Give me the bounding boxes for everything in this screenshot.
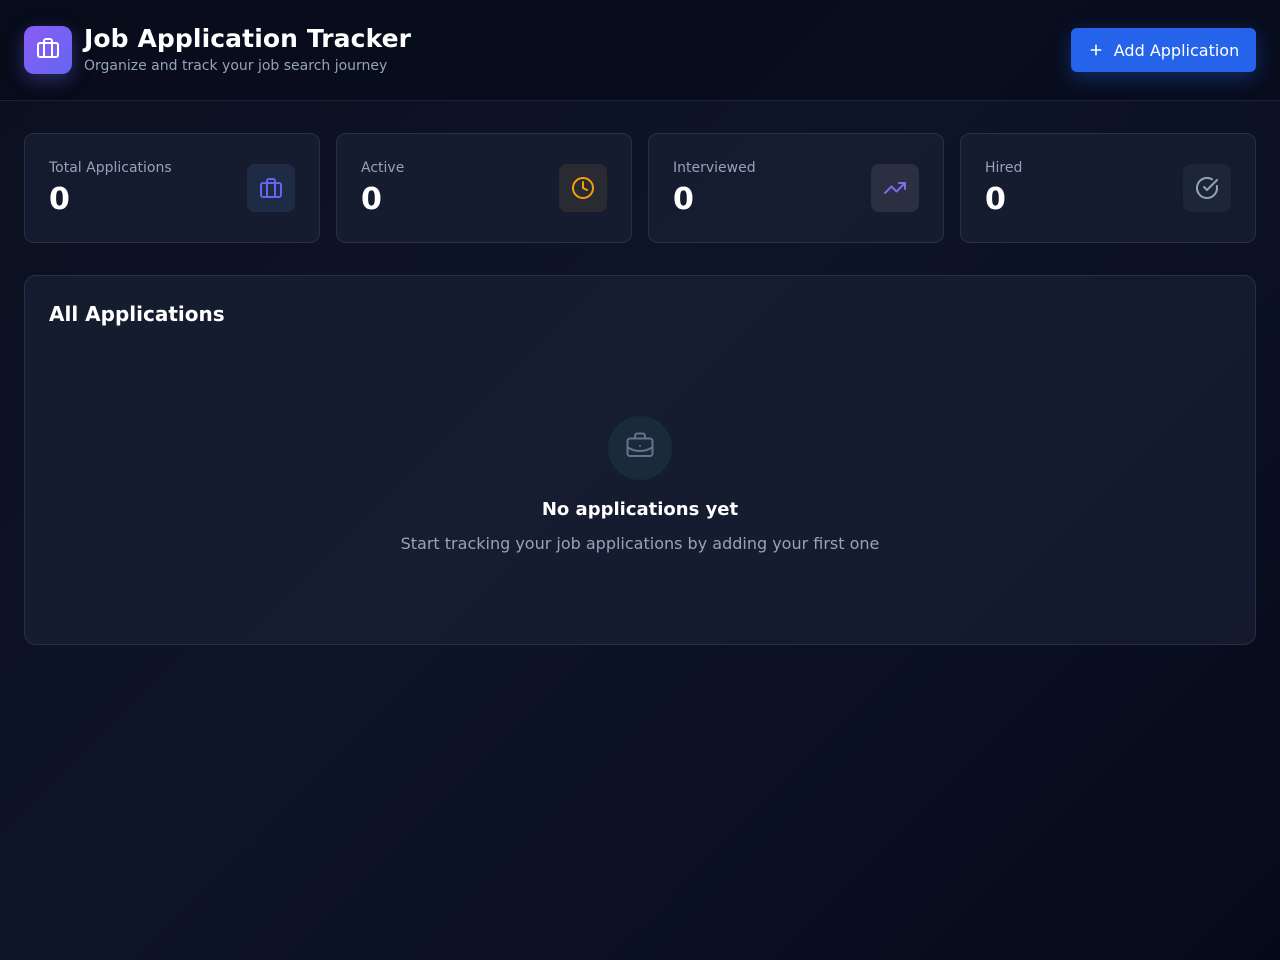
briefcase-icon xyxy=(247,164,295,212)
briefcase-icon xyxy=(625,431,655,465)
empty-state-icon-wrap xyxy=(608,416,672,480)
empty-state-title: No applications yet xyxy=(541,499,739,520)
stat-card-active: Active 0 xyxy=(336,133,632,243)
stat-value: 0 xyxy=(49,182,70,217)
page-title: Job Application Tracker xyxy=(84,24,412,53)
stat-value: 0 xyxy=(361,182,382,217)
section-title: All Applications xyxy=(49,302,225,326)
stats-row: Total Applications 0 Active 0 Interviewe… xyxy=(24,133,1256,243)
app-logo xyxy=(24,26,72,74)
empty-state-description: Start tracking your job applications by … xyxy=(400,534,880,553)
plus-icon xyxy=(1088,42,1104,58)
add-application-label: Add Application xyxy=(1113,40,1240,60)
clock-icon xyxy=(559,164,607,212)
app-header: Job Application Tracker Organize and tra… xyxy=(0,0,1280,101)
stat-card-total: Total Applications 0 xyxy=(24,133,320,243)
stat-label: Interviewed xyxy=(673,160,756,176)
applications-panel: All Applications No applications yet Sta… xyxy=(24,275,1256,645)
stat-card-interviewed: Interviewed 0 xyxy=(648,133,944,243)
stat-label: Total Applications xyxy=(49,160,172,176)
add-application-button[interactable]: Add Application xyxy=(1071,28,1256,72)
trending-up-icon xyxy=(871,164,919,212)
briefcase-icon xyxy=(36,36,60,64)
check-circle-icon xyxy=(1183,164,1231,212)
stat-label: Hired xyxy=(985,160,1023,176)
page-subtitle: Organize and track your job search journ… xyxy=(84,58,388,74)
stat-value: 0 xyxy=(985,182,1006,217)
stat-card-hired: Hired 0 xyxy=(960,133,1256,243)
stat-value: 0 xyxy=(673,182,694,217)
stat-label: Active xyxy=(361,160,405,176)
